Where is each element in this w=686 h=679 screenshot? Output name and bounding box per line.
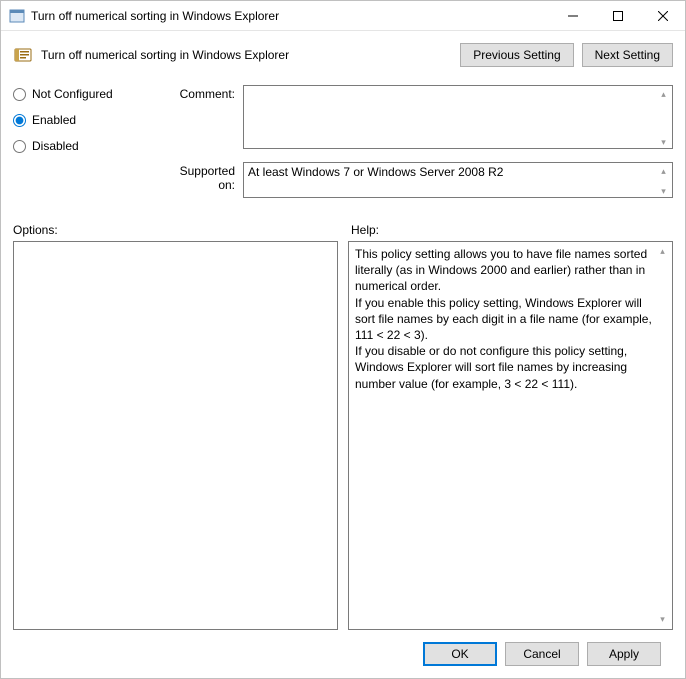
- titlebar: Turn off numerical sorting in Windows Ex…: [1, 1, 685, 31]
- radio-label: Enabled: [32, 113, 76, 127]
- radio-label: Disabled: [32, 139, 79, 153]
- radio-disabled-input[interactable]: [13, 140, 26, 153]
- options-section-label: Options:: [13, 223, 351, 237]
- radio-not-configured[interactable]: Not Configured: [13, 87, 163, 101]
- supported-on-value: [243, 162, 673, 198]
- app-icon: [9, 8, 25, 24]
- apply-button[interactable]: Apply: [587, 642, 661, 666]
- maximize-button[interactable]: [595, 1, 640, 30]
- previous-setting-button[interactable]: Previous Setting: [460, 43, 573, 67]
- help-text: This policy setting allows you to have f…: [355, 246, 654, 625]
- radio-not-configured-input[interactable]: [13, 88, 26, 101]
- scroll-down-icon: ▾: [660, 611, 665, 628]
- help-pane: This policy setting allows you to have f…: [348, 241, 673, 630]
- help-section-label: Help:: [351, 223, 379, 237]
- policy-title: Turn off numerical sorting in Windows Ex…: [41, 48, 460, 62]
- cancel-button[interactable]: Cancel: [505, 642, 579, 666]
- ok-button[interactable]: OK: [423, 642, 497, 666]
- window-title: Turn off numerical sorting in Windows Ex…: [31, 9, 550, 23]
- help-scrollbar[interactable]: ▴ ▾: [654, 243, 671, 628]
- next-setting-button[interactable]: Next Setting: [582, 43, 673, 67]
- supported-on-label: Supported on:: [163, 162, 243, 201]
- comment-input[interactable]: [243, 85, 673, 149]
- minimize-button[interactable]: [550, 1, 595, 30]
- radio-label: Not Configured: [32, 87, 113, 101]
- state-radio-group: Not Configured Enabled Disabled: [13, 85, 163, 211]
- options-pane: [13, 241, 338, 630]
- options-content: [20, 246, 319, 625]
- policy-icon: [13, 45, 33, 65]
- close-button[interactable]: [640, 1, 685, 30]
- comment-label: Comment:: [163, 85, 243, 152]
- radio-disabled[interactable]: Disabled: [13, 139, 163, 153]
- radio-enabled[interactable]: Enabled: [13, 113, 163, 127]
- scroll-up-icon: ▴: [660, 243, 665, 260]
- radio-enabled-input[interactable]: [13, 114, 26, 127]
